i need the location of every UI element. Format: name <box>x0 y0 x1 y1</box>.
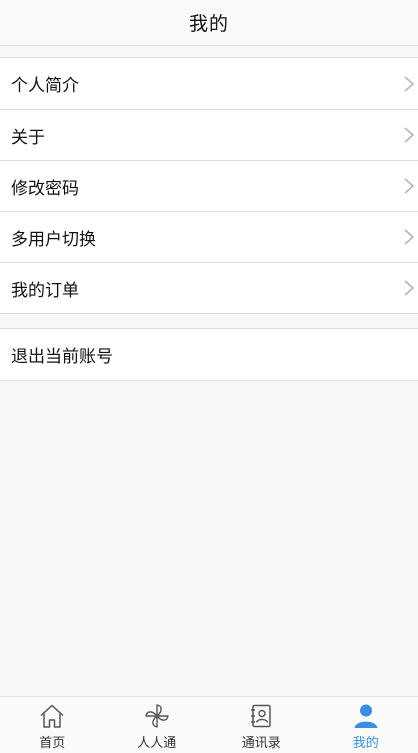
tab-home[interactable]: 首页 <box>0 697 105 753</box>
home-icon <box>40 704 64 728</box>
menu-item-label: 修改密码 <box>11 178 79 199</box>
tab-label: 人人通 <box>137 736 177 751</box>
menu-item-label: 我的订单 <box>11 280 79 301</box>
pinwheel-icon <box>145 704 169 728</box>
tab-label: 首页 <box>39 736 66 751</box>
menu-item-profile[interactable]: 个人简介 <box>0 58 418 109</box>
user-icon <box>354 704 378 728</box>
navigation-bar: 我的 <box>0 0 418 46</box>
chevron-right-icon <box>404 178 415 194</box>
menu-item-my-orders[interactable]: 我的订单 <box>0 262 418 313</box>
menu-group-settings: 个人简介 关于 修改密码 多用户切换 我的订单 <box>0 57 418 314</box>
menu-group-account: 退出当前账号 <box>0 328 418 381</box>
menu-item-label: 多用户切换 <box>11 229 96 250</box>
tab-label: 通讯录 <box>241 736 281 751</box>
tab-renrentong[interactable]: 人人通 <box>105 697 210 753</box>
menu-item-label: 个人简介 <box>11 76 79 96</box>
tab-label: 我的 <box>352 736 379 751</box>
menu-item-label: 关于 <box>11 127 45 148</box>
menu-item-change-password[interactable]: 修改密码 <box>0 160 418 211</box>
chevron-right-icon <box>404 280 415 296</box>
menu-item-switch-user[interactable]: 多用户切换 <box>0 211 418 262</box>
page-title: 我的 <box>188 13 229 35</box>
logout-button[interactable]: 退出当前账号 <box>0 329 418 380</box>
chevron-right-icon <box>404 75 415 92</box>
menu-item-about[interactable]: 关于 <box>0 109 418 160</box>
logout-label: 退出当前账号 <box>11 347 113 367</box>
chevron-right-icon <box>404 229 415 245</box>
tab-mine[interactable]: 我的 <box>314 697 418 753</box>
tab-contacts[interactable]: 通讯录 <box>209 697 314 753</box>
screen: 我的 个人简介 关于 修改密码 多用户切换 我的订单 退出当前账号 首页 人人通… <box>0 0 418 753</box>
chevron-right-icon <box>404 127 415 143</box>
contacts-book-icon <box>251 704 271 728</box>
tab-bar: 首页 人人通 通讯录 我的 <box>0 696 418 753</box>
